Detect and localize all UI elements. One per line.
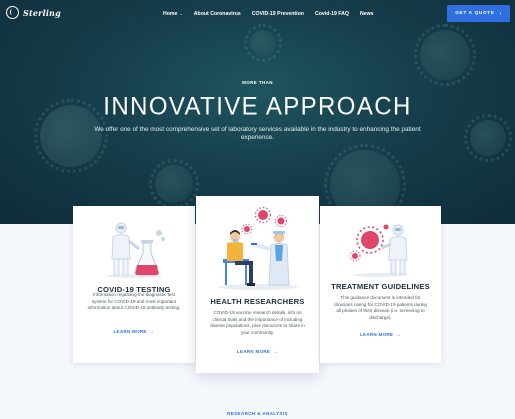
section-kicker: RESEARCH & ANALYSIS xyxy=(227,411,288,416)
get-a-quote-button[interactable]: GET A QUOTE › xyxy=(447,5,510,22)
card-treatment-guidelines: TREATMENT GUIDELINES This guidance docum… xyxy=(320,206,441,363)
card-body: COVID-19 vaccine research details, info … xyxy=(210,310,305,335)
card-body: Information regarding the diagnostic tes… xyxy=(87,292,181,311)
card-health-researchers: HEALTH RESEARCHERS COVID-19 vaccine rese… xyxy=(196,196,319,373)
card-body: This guidance document is intended for c… xyxy=(334,295,427,320)
lab-scientist-illustration xyxy=(106,222,165,278)
nav-item-prevention[interactable]: COVID-19 Prevention xyxy=(252,11,304,17)
logo[interactable]: Sterling xyxy=(6,6,61,19)
virus-scientist-illustration xyxy=(349,224,409,277)
nav-item-about-coronavirus[interactable]: About Coronavirus xyxy=(194,11,241,17)
arrow-right-icon: → xyxy=(273,349,279,354)
arrow-right-icon: → xyxy=(396,332,402,337)
chevron-down-icon: ⌄ xyxy=(179,11,183,16)
nav-item-faq[interactable]: Covid-19 FAQ xyxy=(315,11,349,17)
virus-decoration xyxy=(149,159,199,209)
hero-subtitle: We offer one of the most comprehensive s… xyxy=(94,126,421,142)
learn-more-link[interactable]: LEARN MORE → xyxy=(320,332,441,337)
nav-item-news[interactable]: News xyxy=(360,11,374,17)
virus-decoration xyxy=(244,24,282,62)
arrow-right-icon: › xyxy=(499,10,502,17)
main-nav: Home ⌄ About Coronavirus COVID-19 Prevent… xyxy=(163,11,385,17)
virus-decoration xyxy=(464,114,512,162)
brand-name: Sterling xyxy=(23,7,61,18)
card-title: TREATMENT GUIDELINES xyxy=(331,282,430,291)
nav-item-home[interactable]: Home ⌄ xyxy=(163,11,183,17)
virus-decoration xyxy=(414,24,476,86)
learn-more-link[interactable]: LEARN MORE → xyxy=(73,329,195,334)
learn-more-link[interactable]: LEARN MORE → xyxy=(196,349,319,354)
get-a-quote-label: GET A QUOTE xyxy=(455,11,495,16)
arrow-right-icon: → xyxy=(149,329,155,334)
hero-title: INNOVATIVE APPROACH xyxy=(103,92,412,121)
doctor-patient-illustration xyxy=(217,206,298,290)
card-title: HEALTH RESEARCHERS xyxy=(210,297,305,306)
hero-section: Sterling Home ⌄ About Coronavirus COVID-1… xyxy=(0,0,515,224)
hero-kicker: MORE THAN xyxy=(242,80,273,85)
logo-icon xyxy=(6,6,19,19)
card-covid-testing: COVID-19 TESTING Information regarding t… xyxy=(73,206,195,363)
